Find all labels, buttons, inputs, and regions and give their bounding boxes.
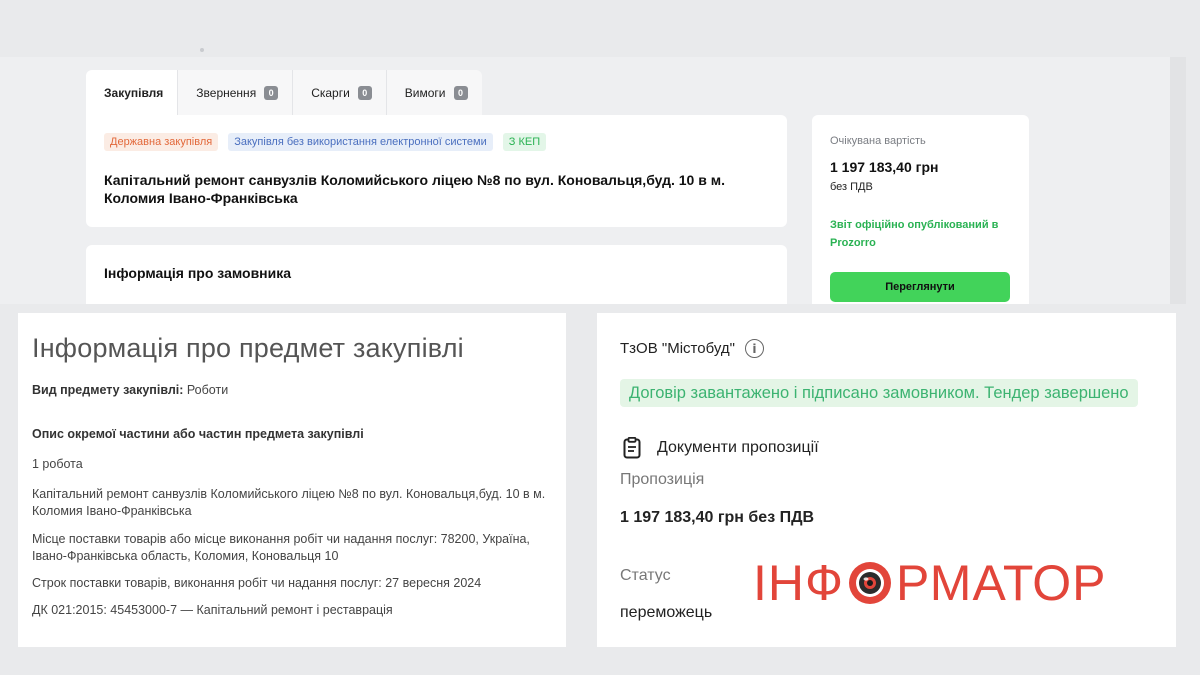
tab-label: Закупівля [104,86,164,100]
part-heading-text: Опис окремої частини або частин предмета… [32,427,364,441]
tag-state-procurement: Державна закупівля [104,133,219,151]
subject-type: Вид предмету закупівлі: Роботи [32,382,562,399]
expected-value-vat: без ПДВ [830,181,873,193]
tender-tabs: Закупівля Звернення 0 Скарги 0 Вимоги 0 [86,70,482,116]
customer-card: Інформація про замовника [86,245,787,304]
proposal-value: 1 197 183,40 грн без ПДВ [620,509,815,526]
tender-title: Капітальний ремонт санвузлів Коломийсько… [104,172,725,206]
subject-info-panel: Інформація про предмет закупівлі Вид пре… [18,313,566,647]
prozorro-panel: Закупівля Звернення 0 Скарги 0 Вимоги 0 Дер… [0,57,1186,304]
top-dot [200,48,204,52]
delivery-place: Місце поставки товарів або місце виконан… [32,532,530,563]
tab-label: Вимоги [404,86,446,100]
subject-type-label: Вид предмету закупівлі: [32,383,184,397]
customer-heading: Інформація про замовника [104,265,292,281]
tab-appeals[interactable]: Звернення 0 [178,70,294,116]
view-report-button[interactable]: Переглянути [830,272,1010,302]
info-icon[interactable]: i [744,339,764,358]
eye-icon [849,562,892,604]
tab-procurement[interactable]: Закупівля [86,70,179,116]
tag-no-electronic-system: Закупівля без використання електронної с… [228,133,493,151]
expected-value-label: Очікувана вартість [830,135,926,147]
logo-text-left: ІНФ [753,555,845,611]
subject-type-value: Роботи [183,383,229,397]
tab-count-badge: 0 [357,86,372,100]
tab-label: Звернення [196,86,257,100]
scrollbar-track[interactable] [1170,57,1186,304]
expected-value-card: Очікувана вартість 1 197 183,40 грн без … [812,115,1029,304]
contract-status-banner: Договір завантажено і підписано замовник… [620,379,1138,407]
part-heading: Опис окремої частини або частин предмета… [32,426,562,443]
proposal-label: Пропозиція [620,471,705,488]
logo-text-right: РМАТОР [896,555,1107,611]
subject-info-title: Інформація про предмет закупівлі [32,333,464,363]
status-label: Статус [620,567,671,584]
expected-value-amount: 1 197 183,40 грн [830,159,939,175]
classifier-code: ДК 021:2015: 45453000-7 — Капітальний ре… [32,603,393,617]
winner-name-row: ТзОВ "Містобуд" i [620,339,764,358]
subject-quantity: 1 робота [32,457,83,471]
top-strip [0,0,1200,57]
proposal-documents-label: Документи пропозиції [657,439,819,456]
tab-complaints[interactable]: Скарги 0 [293,70,387,116]
delivery-term: Строк поставки товарів, виконання робіт … [32,576,482,590]
subject-description: Капітальний ремонт санвузлів Коломийсько… [32,487,546,518]
status-value: переможець [620,604,713,621]
winner-name: ТзОВ "Містобуд" [620,340,735,357]
tender-card: Державна закупівля Закупівля без викорис… [86,115,787,227]
tab-label: Скарги [311,86,350,100]
tab-count-badge: 0 [453,86,468,100]
tab-requirements[interactable]: Вимоги 0 [386,70,482,116]
report-published-note: Звіт офіційно опублікований в Prozorro [830,219,999,249]
document-icon [623,437,641,459]
informator-logo: ІНФ РМАТОР [753,555,1107,611]
proposal-documents-link[interactable]: Документи пропозиції [623,437,819,459]
tag-kep: З КЕП [502,133,547,151]
tender-tags: Державна закупівля Закупівля без викорис… [104,133,547,151]
tab-count-badge: 0 [264,86,279,100]
